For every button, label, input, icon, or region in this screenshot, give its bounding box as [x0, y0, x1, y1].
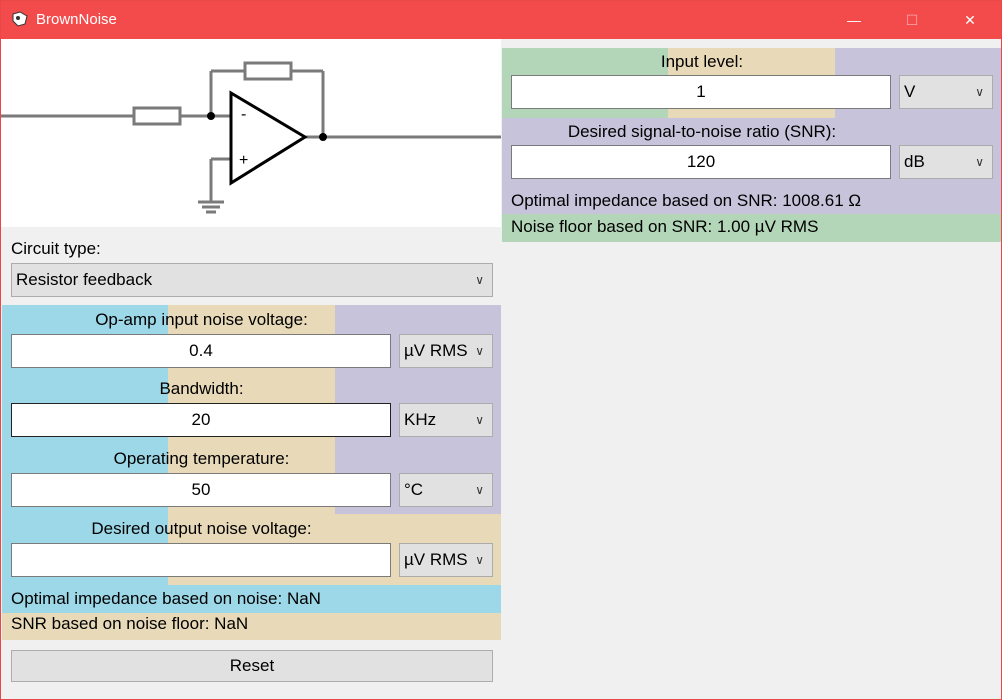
snr-unit-select[interactable]: dB ∨	[899, 145, 993, 179]
snr-unit: dB	[904, 152, 925, 171]
input-level-field[interactable]: 1	[511, 75, 891, 109]
circuit-diagram: - +	[1, 39, 501, 227]
output-noise-unit: µV RMS	[404, 550, 468, 569]
opamp-noise-label: Op-amp input noise voltage:	[95, 310, 308, 329]
snr-label: Desired signal-to-noise ratio (SNR):	[567, 122, 837, 141]
plus-label: +	[239, 152, 248, 169]
bandwidth-label: Bandwidth:	[159, 379, 244, 398]
temperature-label: Operating temperature:	[113, 449, 290, 468]
optimal-impedance-noise: Optimal impedance based on noise: NaN	[11, 589, 321, 608]
snr-field[interactable]: 120	[511, 145, 891, 179]
minus-label: -	[241, 106, 246, 123]
input-level-unit: V	[904, 82, 916, 101]
input-level-label: Input level:	[660, 52, 744, 71]
reset-button[interactable]: Reset	[11, 650, 493, 682]
maximize-icon: ☐	[905, 11, 919, 28]
snr-noise-floor: SNR based on noise floor: NaN	[11, 614, 249, 633]
close-icon: ✕	[964, 11, 976, 28]
chevron-down-icon: ∨	[475, 344, 484, 358]
circuit-type-value: Resistor feedback	[16, 270, 153, 289]
input-level-unit-select[interactable]: V ∨	[899, 75, 993, 109]
bandwidth-unit-select[interactable]: KHz ∨	[399, 403, 493, 437]
output-noise-field[interactable]	[11, 543, 391, 577]
output-noise-label: Desired output noise voltage:	[91, 519, 312, 538]
title-bar[interactable]: BrownNoise — ☐ ✕	[1, 1, 1001, 39]
chevron-down-icon: ∨	[975, 155, 984, 169]
chevron-down-icon: ∨	[475, 273, 484, 287]
opamp-noise-unit-select[interactable]: µV RMS ∨	[399, 334, 493, 368]
chevron-down-icon: ∨	[475, 553, 484, 567]
chevron-down-icon: ∨	[975, 85, 984, 99]
opamp-noise-unit: µV RMS	[404, 341, 468, 360]
opamp-noise-field[interactable]: 0.4	[11, 334, 391, 368]
app-window: BrownNoise — ☐ ✕ - + Input level: 1 V ∨ …	[0, 0, 1002, 700]
circuit-type-select[interactable]: Resistor feedback ∨	[11, 263, 493, 297]
temperature-unit: °C	[404, 480, 424, 499]
minimize-button[interactable]: —	[831, 1, 877, 39]
output-noise-unit-select[interactable]: µV RMS ∨	[399, 543, 493, 577]
optimal-impedance-snr: Optimal impedance based on SNR: 1008.61 …	[511, 191, 862, 210]
bandwidth-field[interactable]: 20	[11, 403, 391, 437]
minimize-icon: —	[847, 12, 861, 28]
bandwidth-unit: KHz	[404, 410, 437, 429]
circuit-type-label: Circuit type:	[11, 239, 101, 258]
chevron-down-icon: ∨	[475, 413, 484, 427]
close-button[interactable]: ✕	[947, 1, 993, 39]
noise-floor-snr: Noise floor based on SNR: 1.00 µV RMS	[511, 217, 819, 236]
opamp-schematic: - +	[1, 61, 501, 214]
temperature-field[interactable]: 50	[11, 473, 391, 507]
chevron-down-icon: ∨	[475, 483, 484, 497]
temperature-unit-select[interactable]: °C ∨	[399, 473, 493, 507]
window-title: BrownNoise	[36, 11, 117, 28]
app-icon	[12, 11, 28, 27]
maximize-button[interactable]: ☐	[889, 1, 935, 39]
